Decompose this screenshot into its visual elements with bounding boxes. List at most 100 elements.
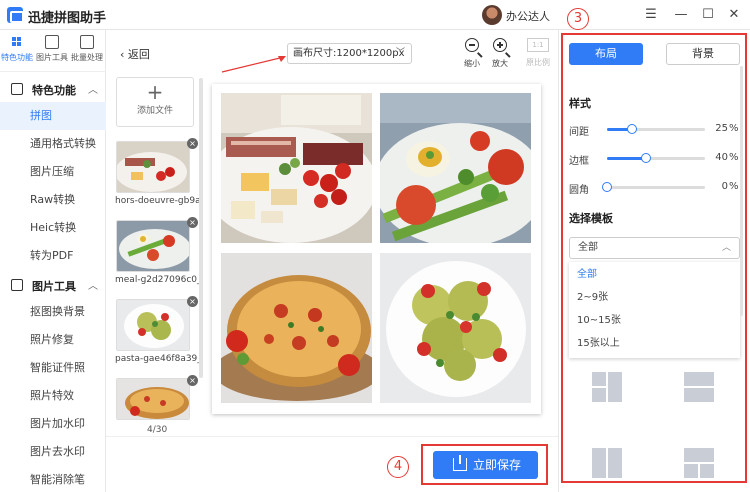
file-thumb-1[interactable] (116, 141, 190, 193)
back-label: 返回 (127, 48, 150, 61)
border-value: 40 (715, 152, 728, 163)
template-select[interactable]: 全部 ︿ (569, 237, 740, 259)
canvas-size-select[interactable]: 画布尺寸:1200*1200px ﹀ (287, 43, 412, 64)
sidebar-item-raw[interactable]: Raw转换 (0, 186, 106, 214)
ratio-icon: 1:1 (527, 38, 549, 52)
sidebar-item-heic[interactable]: Heic转换 (0, 214, 106, 242)
pizza-image (221, 253, 372, 403)
batch-icon (80, 35, 94, 49)
nav-section-image-tools[interactable]: 图片工具 ︿ (0, 272, 106, 298)
sidebar-item-repair[interactable]: 照片修复 (0, 326, 106, 354)
back-button[interactable]: ‹ 返回 (120, 46, 150, 62)
template-option-10-15[interactable]: 10~15张 (569, 310, 740, 332)
zoom-in-button[interactable]: 放大 (485, 36, 515, 69)
pasta-plate-image (380, 253, 531, 403)
annotation-number-4: 4 (387, 456, 409, 478)
username[interactable]: 办公达人 (506, 8, 550, 24)
salad-plate-image (117, 221, 189, 271)
sidebar-item-add-watermark[interactable]: 图片加水印 (0, 410, 106, 438)
sidebar-item-pdf[interactable]: 转为PDF (0, 242, 106, 270)
tab-feature[interactable]: 特色功能 (0, 33, 34, 69)
food-platter-image (117, 142, 189, 192)
sidebar-item-compress[interactable]: 图片压缩 (0, 158, 106, 186)
corner-value: 0 (721, 181, 728, 192)
file-thumb-2[interactable] (116, 220, 190, 272)
template-select-value: 全部 (578, 242, 598, 253)
tab-layout[interactable]: 布局 (569, 43, 643, 65)
download-icon (453, 455, 467, 471)
minimize-icon[interactable]: — (672, 6, 690, 24)
corner-slider-knob[interactable] (602, 182, 612, 192)
tab-feature-label: 特色功能 (1, 53, 33, 62)
panel-scrollbar[interactable] (740, 66, 743, 316)
file-thumb-3[interactable] (116, 299, 190, 351)
layout-template-2col[interactable] (592, 372, 622, 402)
menu-icon[interactable]: ☰ (642, 6, 660, 24)
left-nav: 特色功能 图片工具 批量处理 特色功能 ︿ 拼图 通用格式转换 图片压缩 Raw… (0, 30, 106, 492)
tab-image-tools-label: 图片工具 (36, 53, 68, 62)
zoom-out-button[interactable]: 缩小 (457, 36, 487, 69)
add-file-button[interactable]: + 添加文件 (116, 77, 194, 127)
layout-template-3[interactable] (592, 448, 622, 478)
sidebar-item-format-convert[interactable]: 通用格式转换 (0, 130, 106, 158)
chevron-left-icon: ‹ (120, 48, 128, 61)
maximize-icon[interactable]: ☐ (699, 6, 717, 24)
file-thumb-4[interactable] (116, 378, 190, 420)
sidebar-item-effects[interactable]: 照片特效 (0, 382, 106, 410)
collage-cell-3[interactable] (221, 253, 372, 403)
image-tool-icon (45, 35, 59, 49)
collage-cell-2[interactable] (380, 93, 531, 243)
layout-template-2row[interactable] (684, 372, 714, 402)
sidebar-item-id-photo[interactable]: 智能证件照 (0, 354, 106, 382)
tab-background[interactable]: 背景 (666, 43, 740, 65)
food-platter-image (221, 93, 372, 243)
app-title: 迅捷拼图助手 (28, 11, 107, 26)
collage-cell-1[interactable] (221, 93, 372, 243)
plus-icon: + (146, 80, 164, 104)
sidebar-item-cutout[interactable]: 抠图换背景 (0, 298, 106, 326)
file-list-scrollbar[interactable] (199, 78, 203, 378)
collage-preview[interactable] (212, 84, 541, 414)
remove-file-3-icon[interactable]: × (187, 296, 198, 307)
chevron-up-icon: ︿ (88, 85, 98, 96)
save-button[interactable]: 立即保存 (433, 451, 538, 479)
spacing-label: 间距 (569, 127, 589, 138)
zoom-in-icon (493, 38, 507, 52)
collage-cell-4[interactable] (380, 253, 531, 403)
close-icon[interactable]: ✕ (725, 6, 743, 24)
spacing-slider-knob[interactable] (626, 124, 637, 134)
layout-template-4[interactable] (684, 448, 714, 478)
original-ratio-button[interactable]: 1:1 原比例 (523, 36, 553, 68)
title-bar: 迅捷拼图助手 办公达人 ☰ — ☐ ✕ (0, 0, 750, 30)
border-label: 边框 (569, 156, 589, 167)
pizza-image (117, 379, 189, 419)
page-count: 4/30 (147, 425, 168, 435)
tab-batch[interactable]: 批量处理 (70, 33, 104, 69)
border-slider[interactable] (607, 153, 705, 163)
file-name-1: hors-doeuvre-gb9a0... (115, 196, 199, 206)
nav-section-feature[interactable]: 特色功能 ︿ (0, 76, 106, 102)
chevron-up-icon: ︿ (88, 281, 98, 292)
template-option-15plus[interactable]: 15张以上 (569, 333, 740, 355)
nav-section-feature-label: 特色功能 (32, 84, 76, 97)
remove-file-2-icon[interactable]: × (187, 217, 198, 228)
remove-file-4-icon[interactable]: × (187, 375, 198, 386)
remove-file-1-icon[interactable]: × (187, 138, 198, 149)
save-label: 立即保存 (473, 458, 522, 472)
corner-slider[interactable] (602, 182, 705, 192)
chevron-up-icon: ︿ (721, 243, 731, 253)
annotation-arrow (221, 56, 286, 73)
template-option-all[interactable]: 全部 (569, 264, 740, 286)
spacing-slider[interactable] (607, 124, 705, 134)
sidebar-item-eraser[interactable]: 智能消除笔 (0, 466, 106, 492)
tab-image-tools[interactable]: 图片工具 (35, 33, 69, 69)
feature-icon (11, 83, 23, 95)
avatar[interactable] (482, 5, 502, 25)
template-option-2-9[interactable]: 2~9张 (569, 287, 740, 309)
file-name-3: pasta-gae46f8a39_1... (115, 354, 199, 364)
sidebar-item-collage[interactable]: 拼图 (0, 102, 106, 130)
sidebar-item-remove-watermark[interactable]: 图片去水印 (0, 438, 106, 466)
corner-label: 圆角 (569, 185, 589, 196)
chevron-down-icon: ﹀ (395, 48, 405, 58)
border-unit: % (729, 152, 739, 163)
